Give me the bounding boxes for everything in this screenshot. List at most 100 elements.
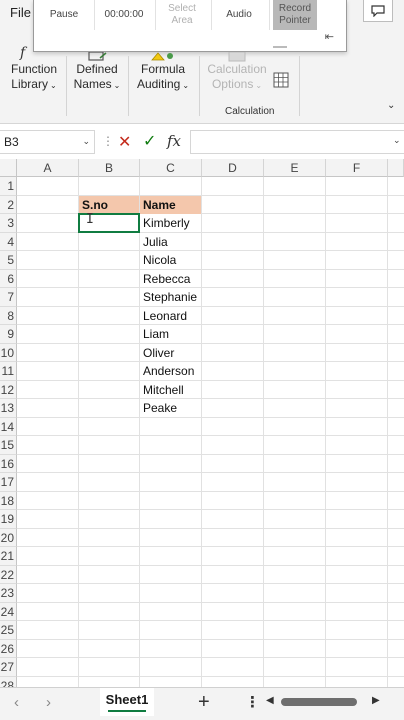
chevron-down-icon[interactable]: ⌄ (82, 136, 90, 147)
name-box[interactable]: B3 ⌄ (0, 130, 95, 154)
formula-auditing-icon (151, 52, 173, 61)
record-pointer-button[interactable]: Record Pointer (273, 0, 317, 30)
cell-name[interactable]: Julia (140, 233, 201, 251)
row-header-28[interactable]: 28 (0, 676, 17, 687)
row-header-26[interactable]: 26 (0, 639, 17, 658)
calculation-options-button[interactable]: Calculation Options ⌄ (204, 62, 270, 93)
svg-text:f: f (19, 45, 28, 60)
file-tab[interactable]: File (10, 5, 31, 20)
cell-name[interactable]: Stephanie (140, 288, 201, 306)
formula-input[interactable] (190, 130, 404, 154)
gridline-row (17, 361, 404, 362)
gridline-row (17, 305, 404, 307)
row-header-18[interactable]: 18 (0, 491, 17, 510)
row-header-4[interactable]: 4 (0, 232, 17, 251)
row-header-2[interactable]: 2 (0, 195, 17, 214)
function-library-label-1: Function (10, 62, 58, 76)
row-header-10[interactable]: 10 (0, 343, 17, 362)
gridline-row (17, 379, 404, 381)
gridline-row (17, 398, 404, 399)
cell-name[interactable]: Anderson (140, 362, 201, 380)
cell-name[interactable]: Mitchell (140, 381, 201, 399)
horizontal-scrollbar-thumb[interactable] (281, 698, 357, 706)
gridline-row (17, 583, 404, 584)
add-sheet-button[interactable]: + (198, 691, 210, 714)
row-header-23[interactable]: 23 (0, 584, 17, 603)
defined-names-button[interactable]: Defined Names ⌄ (70, 62, 124, 93)
defined-names-label-2: Names (73, 77, 112, 91)
column-header-b[interactable]: B (79, 159, 140, 177)
comments-button[interactable] (363, 0, 393, 22)
column-header-f[interactable]: F (326, 159, 388, 177)
cell-c2-name-header[interactable]: Name (140, 195, 201, 214)
cell-name[interactable]: Peake (140, 399, 201, 417)
row-header-25[interactable]: 25 (0, 621, 17, 640)
cell-name[interactable]: Nicola (140, 251, 201, 269)
row-header-24[interactable]: 24 (0, 602, 17, 621)
row-header-7[interactable]: 7 (0, 288, 17, 307)
row-header-1[interactable]: 1 (0, 177, 17, 196)
function-library-button[interactable]: Function Library ⌄ (6, 62, 62, 93)
column-header-a[interactable]: A (17, 159, 79, 177)
row-header-21[interactable]: 21 (0, 547, 17, 566)
audio-button[interactable]: Audio (214, 0, 264, 30)
row-header-12[interactable]: 12 (0, 380, 17, 399)
column-header-partial[interactable] (388, 159, 404, 177)
gridline-row (17, 324, 404, 325)
collapse-ribbon-icon[interactable]: ⌄ (387, 100, 395, 111)
row-header-13[interactable]: 13 (0, 399, 17, 418)
row-header-17[interactable]: 17 (0, 473, 17, 492)
formula-auditing-label-1: Formula (140, 62, 185, 76)
gridline-column (201, 177, 202, 687)
ribbon-divider (66, 56, 67, 116)
chevron-down-icon: ⌄ (255, 81, 263, 90)
select-all-corner[interactable] (0, 159, 17, 177)
cancel-icon[interactable]: ✕ (118, 132, 131, 152)
calculation-group-label: Calculation (225, 106, 275, 117)
column-header-c[interactable]: C (140, 159, 202, 177)
cell-name[interactable]: Kimberly (140, 214, 201, 232)
row-header-16[interactable]: 16 (0, 454, 17, 473)
row-header-20[interactable]: 20 (0, 528, 17, 547)
pause-button[interactable]: Pause (38, 0, 90, 30)
cell-name[interactable]: Liam (140, 325, 201, 343)
cell-name[interactable]: Rebecca (140, 270, 201, 288)
scroll-right-icon[interactable]: ▶ (372, 695, 380, 706)
row-header-5[interactable]: 5 (0, 251, 17, 270)
scroll-left-icon[interactable]: ◀ (266, 695, 274, 706)
row-header-19[interactable]: 19 (0, 510, 17, 529)
row-header-8[interactable]: 8 (0, 306, 17, 325)
cell-name[interactable]: Leonard (140, 307, 201, 325)
more-icon[interactable]: ⋮ (102, 134, 114, 148)
chevron-left-icon[interactable]: ‹ (14, 694, 19, 711)
formula-auditing-button[interactable]: Formula Auditing ⌄ (132, 62, 194, 93)
column-header-e[interactable]: E (264, 159, 326, 177)
worksheet-grid[interactable]: A B C D E F 1 2 3 4 5 6 7 8 9 10 11 12 13 14 15 16 17 18 19 20 21 2… (0, 159, 404, 687)
gridline-row (17, 250, 404, 251)
calculate-sheet-icon[interactable] (273, 72, 289, 88)
row-header-14[interactable]: 14 (0, 417, 17, 436)
row-header-27[interactable]: 27 (0, 658, 17, 677)
chevron-right-icon[interactable]: › (46, 694, 51, 711)
pin-icon[interactable]: ⇤ (325, 30, 334, 43)
expand-formula-bar-icon[interactable]: ⌄ (393, 135, 401, 146)
row-header-6[interactable]: 6 (0, 269, 17, 288)
function-library-label-2: Library (11, 77, 48, 91)
row-header-22[interactable]: 22 (0, 565, 17, 584)
column-header-d[interactable]: D (202, 159, 264, 177)
enter-icon[interactable]: ✓ (143, 131, 156, 151)
sheet-tab[interactable]: Sheet1 (100, 688, 154, 716)
cell-name[interactable]: Oliver (140, 344, 201, 362)
row-header-15[interactable]: 15 (0, 436, 17, 455)
function-library-icon: f (19, 45, 28, 60)
more-options-icon[interactable]: ⋮ (245, 693, 260, 711)
cell-b2-sno-header[interactable]: S.no (79, 195, 139, 214)
select-area-button[interactable]: Select Area (158, 0, 206, 30)
insert-function-icon[interactable]: fx (167, 132, 181, 150)
gridline-row (17, 453, 404, 455)
row-header-3[interactable]: 3 (0, 214, 17, 233)
audio-label: Audio (226, 9, 252, 20)
gridline-row (17, 564, 404, 566)
row-header-11[interactable]: 11 (0, 362, 17, 381)
row-header-9[interactable]: 9 (0, 325, 17, 344)
